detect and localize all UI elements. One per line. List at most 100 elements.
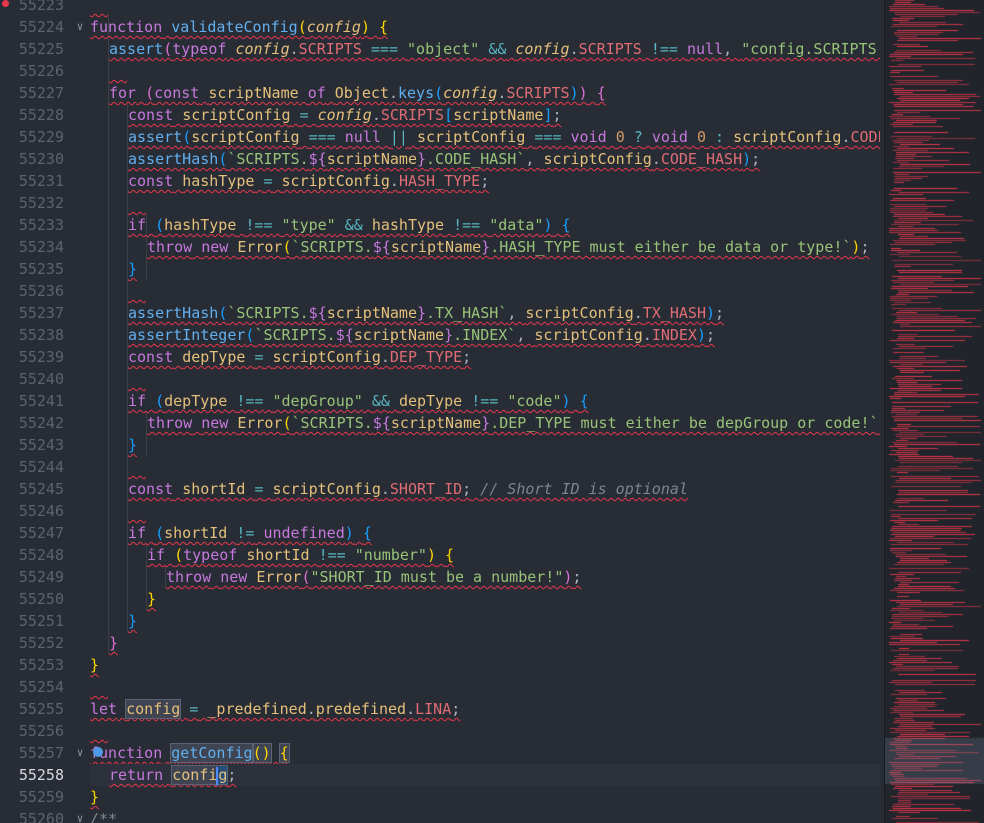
code-line[interactable]: const shortId = scriptConfig.SHORT_ID; /…	[90, 478, 880, 500]
fold-chevron-icon[interactable]: ∨	[74, 742, 86, 764]
code-line[interactable]: assertHash(`SCRIPTS.${scriptName}.CODE_H…	[90, 148, 880, 170]
code-token: {	[445, 546, 455, 564]
code-token: function	[90, 18, 163, 36]
code-line[interactable]: return config;	[90, 764, 880, 786]
code-token: assertHash	[128, 150, 219, 168]
code-token: scriptConfig	[272, 348, 381, 366]
code-token: config	[306, 18, 361, 36]
code-token: ,	[723, 40, 742, 58]
code-line[interactable]: assert(scriptConfig === null || scriptCo…	[90, 126, 880, 148]
code-line[interactable]: function validateConfig(config) {	[90, 16, 880, 38]
code-token: {	[362, 524, 372, 542]
code-line[interactable]: const scriptConfig = config.SCRIPTS[scri…	[90, 104, 880, 126]
code-line[interactable]: assertHash(`SCRIPTS.${scriptName}.TX_HAS…	[90, 302, 880, 324]
code-token: if	[128, 392, 147, 410]
code-token: ;	[572, 568, 582, 586]
code-line[interactable]	[90, 280, 880, 302]
line-number: 55249	[18, 568, 64, 586]
code-line[interactable]	[90, 500, 880, 522]
code-line[interactable]: if (hashType !== "type" && hashType !== …	[90, 214, 880, 236]
code-line[interactable]	[90, 676, 880, 698]
code-line[interactable]: }	[90, 632, 880, 654]
code-line[interactable]	[90, 456, 880, 478]
code-token: Error	[237, 414, 283, 432]
code-line[interactable]: }	[90, 786, 880, 808]
code-line[interactable]: function getConfig() {	[90, 742, 880, 764]
code-token: }	[109, 634, 119, 652]
code-token: shortId	[182, 480, 246, 498]
code-line[interactable]: }	[90, 654, 880, 676]
code-token: const	[128, 348, 174, 366]
code-line[interactable]: throw new Error("SHORT_ID must be a numb…	[90, 566, 880, 588]
code-token: void	[570, 128, 607, 146]
line-number: 55231	[18, 172, 64, 190]
code-line[interactable]	[90, 720, 880, 742]
code-line[interactable]: if (typeof shortId !== "number") {	[90, 544, 880, 566]
code-token: (	[155, 524, 165, 542]
code-token: {	[596, 84, 606, 102]
code-token: )	[561, 392, 571, 410]
code-token: ${	[372, 238, 391, 256]
code-line[interactable]: assertInteger(`SCRIPTS.${scriptName}.IND…	[90, 324, 880, 346]
code-line[interactable]: }	[90, 588, 880, 610]
lightbulb-icon[interactable]	[93, 747, 103, 757]
code-line[interactable]	[90, 60, 880, 82]
code-token: scriptName	[390, 414, 482, 432]
line-number: 55236	[18, 282, 64, 300]
code-line[interactable]: let config = _predefined.predefined.LINA…	[90, 698, 880, 720]
code-line[interactable]	[90, 0, 880, 16]
code-line[interactable]: const hashType = scriptConfig.HASH_TYPE;	[90, 170, 880, 192]
code-line[interactable]: for (const scriptName of Object.keys(con…	[90, 82, 880, 104]
code-editor[interactable]: 55223 55224 ∨ 55225 55226 55227 55228 55229 5523…	[0, 0, 984, 823]
fold-chevron-icon[interactable]: ∨	[74, 808, 86, 823]
error-squiggle	[128, 458, 146, 476]
code-line[interactable]: throw new Error(`SCRIPTS.${scriptName}.H…	[90, 236, 880, 258]
code-line[interactable]: throw new Error(`SCRIPTS.${scriptName}.D…	[90, 412, 880, 434]
minimap-canvas[interactable]	[885, 0, 984, 823]
code-area[interactable]: function validateConfig(config) {assert(…	[90, 0, 880, 823]
line-number-gutter: 55223 55224 ∨ 55225 55226 55227 55228 55229 5523…	[0, 0, 90, 823]
code-line[interactable]: if (depType !== "depGroup" && depType !=…	[90, 390, 880, 412]
line-number: 55228	[18, 106, 64, 124]
minimap[interactable]	[884, 0, 984, 823]
code-line[interactable]: /**	[90, 808, 880, 823]
code-token: depType	[182, 348, 246, 366]
code-token: scriptConfig	[525, 304, 634, 322]
code-token: ;	[860, 238, 870, 256]
line-number: 55243	[18, 436, 64, 454]
code-token: :	[715, 128, 725, 146]
code-token: .	[389, 172, 399, 190]
code-token: SHORT_ID	[389, 480, 463, 498]
code-token: ||	[389, 128, 408, 146]
code-token: getConfig	[170, 743, 254, 763]
code-line[interactable]: const depType = scriptConfig.DEP_TYPE;	[90, 346, 880, 368]
code-line[interactable]: }	[90, 610, 880, 632]
code-token: config	[317, 106, 372, 124]
line-number: 55257	[18, 744, 64, 762]
code-line[interactable]: }	[90, 434, 880, 456]
code-token: &&	[488, 40, 507, 58]
code-token: if	[128, 524, 147, 542]
code-line[interactable]: if (shortId != undefined) {	[90, 522, 880, 544]
code-line[interactable]	[90, 368, 880, 390]
code-line[interactable]: }	[90, 258, 880, 280]
code-line[interactable]	[90, 192, 880, 214]
code-token: )	[344, 524, 354, 542]
code-line[interactable]: assert(typeof config.SCRIPTS === "object…	[90, 38, 880, 60]
code-token: scriptConfig	[417, 128, 526, 146]
fold-chevron-icon[interactable]: ∨	[74, 16, 86, 38]
breakpoint-icon[interactable]	[2, 0, 9, 7]
line-number: 55239	[18, 348, 64, 366]
